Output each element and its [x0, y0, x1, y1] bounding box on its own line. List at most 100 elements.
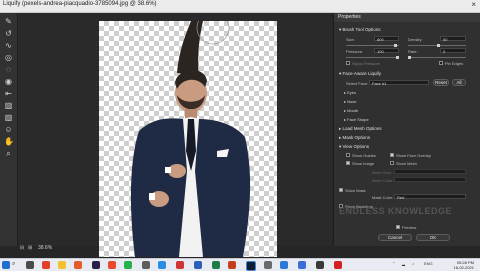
load-mesh-options-section[interactable]: ▸ Load Mesh Options — [339, 126, 382, 132]
show-guides-checkbox[interactable] — [346, 153, 350, 157]
zoom-in-icon[interactable]: ⊞ — [28, 245, 32, 251]
whatsapp-icon[interactable] — [124, 261, 132, 269]
reconstruct-tool-icon[interactable]: ↺ — [4, 29, 13, 38]
word-icon[interactable] — [194, 261, 202, 269]
select-face-label: Select Face: — [346, 81, 369, 86]
stylus-pressure-label: Stylus Pressure — [352, 61, 381, 66]
edge-icon[interactable] — [298, 261, 306, 269]
brush-tool-options-section[interactable]: ▾ Brush Tool Options — [339, 27, 380, 33]
show-face-overlay-checkbox[interactable] — [390, 153, 394, 157]
size-label: Size: — [346, 37, 355, 42]
media-icon[interactable] — [334, 261, 342, 269]
show-mesh-checkbox[interactable] — [390, 161, 394, 165]
settings-icon[interactable] — [264, 261, 272, 269]
mail-icon[interactable] — [158, 261, 166, 269]
select-face-dropdown[interactable]: Face #1 — [369, 80, 429, 86]
excel-icon[interactable] — [212, 261, 220, 269]
cancel-button[interactable]: Cancel — [378, 234, 412, 241]
chrome-icon[interactable] — [42, 261, 50, 269]
show-mesh-label: Show Mesh — [396, 161, 417, 166]
mesh-color-label: Mesh Color: — [372, 178, 394, 183]
store-icon[interactable] — [280, 261, 288, 269]
search-icon[interactable]: ⌕ — [12, 261, 26, 269]
app-icon[interactable] — [176, 261, 184, 269]
title-bar: Liquify (pexels-andrea-piacquadio-378509… — [0, 0, 480, 13]
man-in-suit-photo — [130, 11, 251, 257]
zoom-tool-icon[interactable]: ⌕ — [4, 149, 13, 158]
show-image-label: Show Image — [352, 161, 375, 166]
show-mask-label: Show Mask — [345, 188, 366, 193]
show-mask-checkbox[interactable] — [339, 188, 343, 192]
zoom-level[interactable]: 38.6% — [38, 245, 52, 251]
smooth-tool-icon[interactable]: ∿ — [4, 41, 13, 50]
zoom-status: ⊟ ⊞ 38.6% — [18, 244, 78, 254]
thaw-mask-tool-icon[interactable]: ▧ — [4, 113, 13, 122]
windows-taskbar: ⌕ ⌃ ▂ ♪ ENG 05:28 PM 16-02-2021 — [0, 258, 480, 271]
nose-section[interactable]: ▸ Nose — [344, 99, 356, 104]
preview-workspace — [18, 11, 332, 257]
show-guides-label: Show Guides — [352, 153, 376, 158]
hand-tool-icon[interactable]: ✋ — [4, 137, 14, 146]
forward-warp-tool-icon[interactable]: ✎ — [4, 17, 13, 26]
ok-button[interactable]: OK — [416, 234, 450, 241]
size-slider[interactable] — [346, 44, 399, 47]
twirl-tool-icon[interactable]: ◎ — [4, 53, 13, 62]
eyes-section[interactable]: ▸ Eyes — [344, 90, 356, 95]
bloat-tool-icon[interactable]: ◉ — [4, 77, 13, 86]
face-shape-section[interactable]: ▸ Face Shape — [344, 117, 369, 122]
mesh-color-dropdown[interactable] — [394, 177, 466, 182]
density-label: Density: — [408, 37, 423, 42]
image-canvas[interactable] — [99, 11, 277, 257]
size-field[interactable]: 800 — [374, 36, 399, 42]
show-image-checkbox[interactable] — [346, 161, 350, 165]
mesh-size-label: Mesh Size: — [372, 170, 392, 175]
tray-arrow-icon[interactable]: ⌃ — [392, 261, 395, 266]
all-button[interactable]: All — [452, 79, 466, 86]
face-tool-icon[interactable]: ☺ — [4, 125, 13, 134]
powerpoint-icon[interactable] — [228, 261, 236, 269]
push-left-tool-icon[interactable]: ⇤ — [4, 89, 13, 98]
stylus-pressure-checkbox[interactable] — [346, 61, 350, 65]
density-field[interactable]: 50 — [440, 36, 466, 42]
watermark-text: ENDLESS KNOWLEDGE — [339, 206, 453, 216]
pin-edges-checkbox[interactable] — [439, 61, 443, 65]
mask-color-label: Mask Color: — [372, 195, 394, 200]
camera-icon[interactable] — [142, 261, 150, 269]
density-slider[interactable] — [408, 44, 466, 47]
mask-color-dropdown[interactable]: Red — [394, 194, 466, 200]
show-face-overlay-label: Show Face Overlay — [396, 153, 431, 158]
tool-strip: ✎ ↺ ∿ ◎ ◌ ◉ ⇤ ▨ ▧ ☺ ✋ ⌕ — [0, 13, 18, 246]
network-icon[interactable]: ▂ — [402, 261, 405, 266]
pressure-field[interactable]: 100 — [374, 48, 399, 54]
reset-button[interactable]: Reset — [433, 79, 449, 86]
pressure-label: Pressure: — [346, 49, 364, 54]
office-icon[interactable] — [108, 261, 116, 269]
mouth-section[interactable]: ▸ Mouth — [344, 108, 358, 113]
rate-label: Rate: — [408, 49, 418, 54]
language-indicator[interactable]: ENG — [424, 261, 433, 266]
view-options-section[interactable]: ▾ View Options — [339, 144, 369, 150]
premiere-icon[interactable] — [92, 261, 100, 269]
volume-icon[interactable]: ♪ — [412, 261, 414, 266]
zoom-out-icon[interactable]: ⊟ — [20, 245, 24, 251]
firefox-icon[interactable] — [74, 261, 82, 269]
mask-options-section[interactable]: ▸ Mask Options — [339, 135, 370, 141]
windows-start-icon[interactable] — [2, 261, 10, 269]
rate-field[interactable]: 0 — [440, 48, 466, 54]
pucker-tool-icon[interactable]: ◌ — [4, 65, 13, 74]
clock[interactable]: 05:28 PM 16-02-2021 — [454, 260, 474, 270]
freeze-mask-tool-icon[interactable]: ▨ — [4, 101, 13, 110]
face-aware-liquify-section[interactable]: ▾ Face-Aware Liquify — [339, 71, 381, 77]
clock-date: 16-02-2021 — [453, 265, 474, 270]
file-explorer-icon[interactable] — [58, 261, 66, 269]
task-view-icon[interactable] — [26, 261, 34, 269]
rate-slider[interactable] — [408, 56, 466, 59]
window-title: Liquify (pexels-andrea-piacquadio-378509… — [3, 1, 157, 7]
pressure-slider[interactable] — [346, 56, 399, 59]
terminal-icon[interactable] — [316, 261, 324, 269]
preview-label: Preview — [402, 225, 417, 230]
preview-checkbox[interactable] — [396, 225, 400, 229]
close-icon[interactable]: × — [471, 0, 476, 9]
pin-edges-label: Pin Edges — [445, 61, 464, 66]
mesh-size-dropdown[interactable] — [394, 169, 466, 174]
